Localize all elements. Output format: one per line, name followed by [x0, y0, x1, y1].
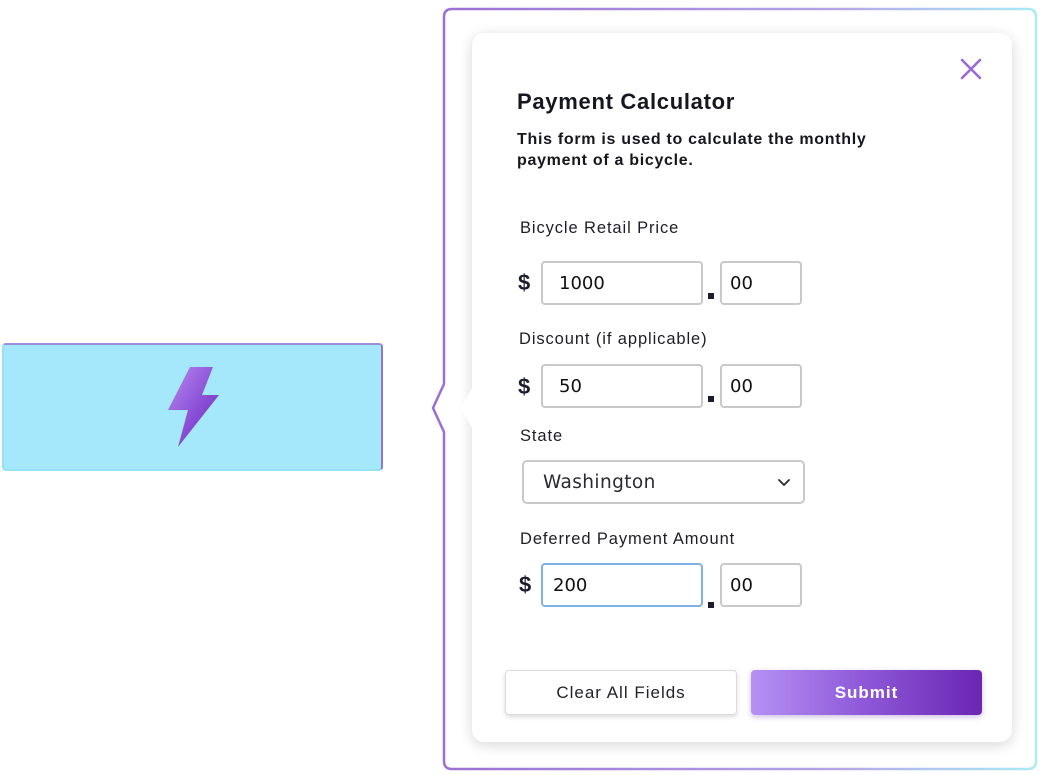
deferred-payment-currency-symbol: $ — [519, 572, 532, 597]
decimal-point — [708, 602, 714, 608]
retail-price-cents-input[interactable] — [720, 261, 802, 305]
close-button[interactable] — [958, 58, 984, 84]
state-label: State — [520, 427, 564, 445]
deferred-payment-cents-input[interactable] — [720, 563, 802, 607]
decimal-point — [708, 293, 714, 299]
discount-dollars-input[interactable] — [541, 364, 703, 408]
deferred-payment-dollars-input[interactable] — [541, 563, 703, 607]
close-icon — [959, 57, 983, 85]
discount-cents-input[interactable] — [720, 364, 802, 408]
discount-label: Discount (if applicable) — [519, 330, 708, 348]
dialog-pointer — [461, 386, 473, 430]
submit-button[interactable]: Submit — [751, 670, 982, 715]
retail-price-currency-symbol: $ — [518, 270, 531, 295]
clear-all-fields-button[interactable]: Clear All Fields — [505, 670, 737, 715]
deferred-payment-label: Deferred Payment Amount — [520, 530, 736, 548]
state-select[interactable]: Washington — [522, 460, 805, 504]
state-selected-value: Washington — [543, 471, 656, 493]
discount-currency-symbol: $ — [518, 374, 531, 399]
decimal-point — [708, 396, 714, 402]
retail-price-dollars-input[interactable] — [541, 261, 703, 305]
chevron-down-icon — [777, 473, 791, 492]
dialog-title: Payment Calculator — [517, 89, 736, 114]
dialog-description: This form is used to calculate the month… — [517, 131, 867, 169]
retail-price-label: Bicycle Retail Price — [520, 219, 680, 237]
